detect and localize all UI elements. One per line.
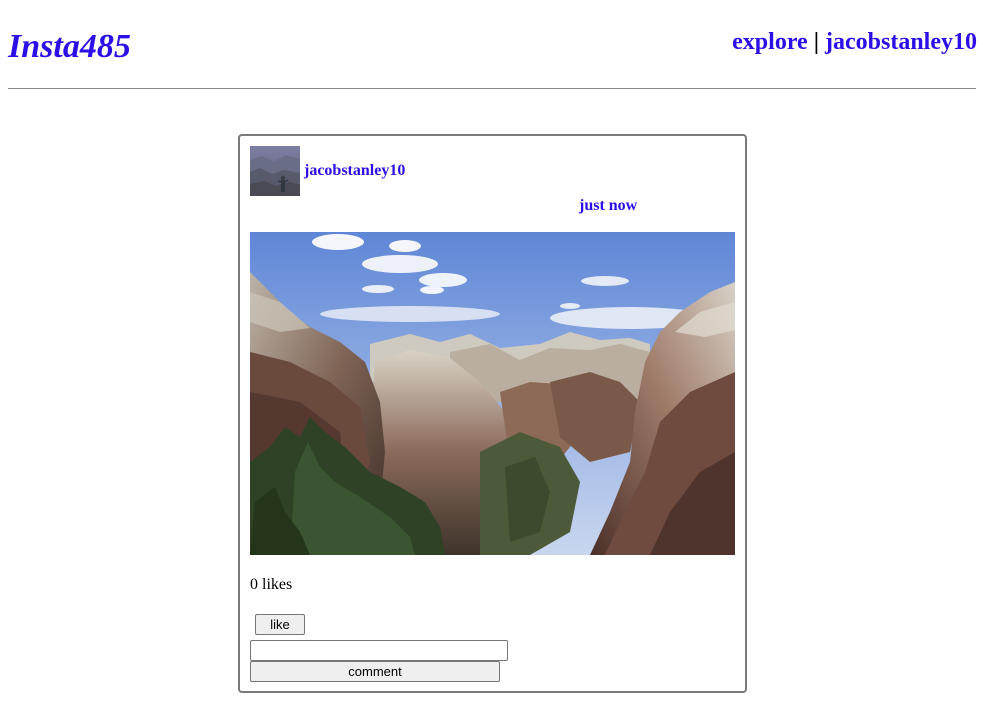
canyon-photo — [250, 232, 735, 555]
header-divider — [8, 88, 976, 89]
post-image — [250, 232, 735, 555]
likes-count: 0 likes — [250, 576, 293, 593]
user-profile-link[interactable]: jacobstanley10 — [825, 29, 977, 55]
post-timestamp-link[interactable]: just now — [579, 196, 637, 216]
explore-link[interactable]: explore — [732, 29, 808, 55]
comment-submit-button[interactable]: comment — [250, 661, 500, 682]
site-logo-link[interactable]: Insta485 — [8, 27, 131, 67]
post-card: jacobstanley10 just now 0 likes like com… — [238, 134, 747, 693]
avatar-image — [250, 146, 300, 196]
comment-input[interactable] — [250, 640, 508, 661]
top-nav: explore | jacobstanley10 — [732, 27, 977, 57]
nav-separator: | — [813, 29, 819, 55]
owner-avatar[interactable] — [250, 146, 300, 196]
like-button[interactable]: like — [255, 614, 305, 635]
post-owner-link[interactable]: jacobstanley10 — [304, 161, 405, 181]
